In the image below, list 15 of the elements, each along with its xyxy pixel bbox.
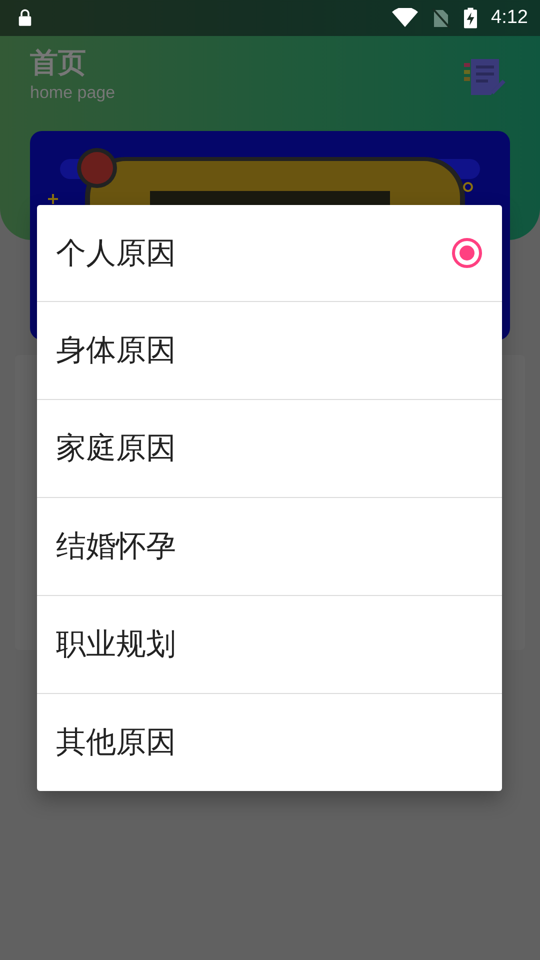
battery-charging-icon: [464, 7, 478, 29]
clock-time: 4:12: [491, 7, 528, 29]
option-item[interactable]: 职业规划: [37, 595, 502, 693]
radio-button[interactable]: [451, 237, 483, 269]
option-item[interactable]: 其他原因: [37, 693, 502, 791]
page-title: 首页: [30, 45, 87, 81]
notes-icon[interactable]: [464, 57, 508, 97]
option-item[interactable]: 家庭原因: [37, 399, 502, 497]
option-item[interactable]: 个人原因: [37, 205, 502, 301]
wifi-icon: [392, 8, 418, 28]
lock-icon: [18, 9, 32, 27]
option-item[interactable]: 结婚怀孕: [37, 497, 502, 595]
no-sim-icon: [432, 8, 450, 28]
page-subtitle: home page: [30, 82, 116, 104]
option-item[interactable]: 身体原因: [37, 301, 502, 399]
